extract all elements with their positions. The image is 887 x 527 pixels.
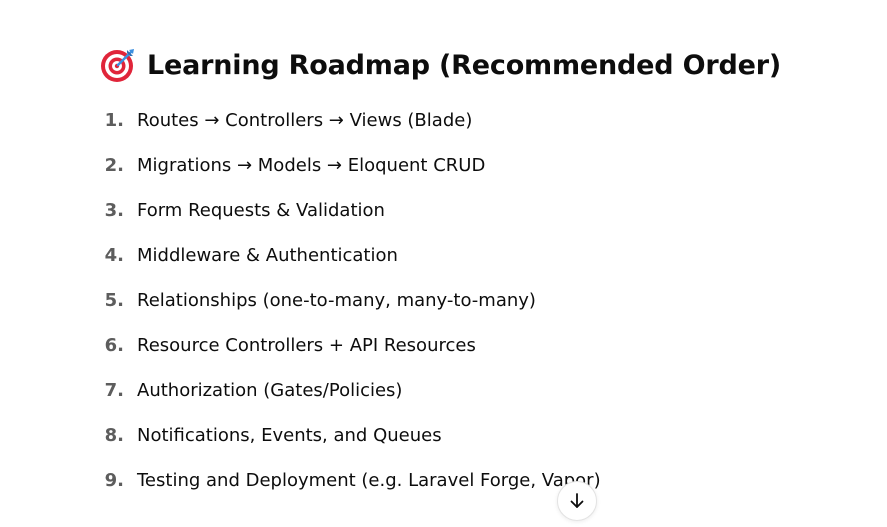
- roadmap-item-number: 1.: [104, 110, 124, 131]
- roadmap-item-number: 7.: [104, 380, 124, 401]
- roadmap-item: 8. Notifications, Events, and Queues: [0, 414, 800, 459]
- roadmap-item-number: 3.: [104, 200, 124, 221]
- roadmap-item-number: 4.: [104, 245, 124, 266]
- roadmap-item-number: 9.: [104, 470, 124, 491]
- roadmap-item-number: 8.: [104, 425, 124, 446]
- roadmap-item: 4. Middleware & Authentication: [0, 234, 800, 279]
- roadmap-item: 9. Testing and Deployment (e.g. Laravel F…: [0, 459, 800, 504]
- roadmap-item-number: 2.: [104, 155, 124, 176]
- roadmap-item: 7. Authorization (Gates/Policies): [0, 369, 800, 414]
- roadmap-item-text: Relationships (one-to-many, many-to-many…: [137, 290, 536, 311]
- roadmap-item-text: Resource Controllers + API Resources: [137, 335, 476, 356]
- arrow-down-icon: [570, 493, 584, 508]
- roadmap-list: 1. Routes → Controllers → Views (Blade) 2.…: [0, 99, 800, 504]
- roadmap-item: 5. Relationships (one-to-many, many-to-ma…: [0, 279, 800, 324]
- scroll-to-bottom-button[interactable]: [557, 481, 597, 521]
- page-title: Learning Roadmap (Recommended Order): [147, 49, 781, 81]
- chat-response-page: Learning Roadmap (Recommended Order) 1. R…: [0, 0, 887, 527]
- roadmap-heading: Learning Roadmap (Recommended Order): [100, 43, 781, 87]
- roadmap-item: 6. Resource Controllers + API Resources: [0, 324, 800, 369]
- roadmap-item: 1. Routes → Controllers → Views (Blade): [0, 99, 800, 144]
- roadmap-item-text: Testing and Deployment (e.g. Laravel For…: [137, 470, 601, 491]
- roadmap-item-text: Notifications, Events, and Queues: [137, 425, 442, 446]
- roadmap-item-number: 5.: [104, 290, 124, 311]
- roadmap-item: 2. Migrations → Models → Eloquent CRUD: [0, 144, 800, 189]
- roadmap-item-text: Migrations → Models → Eloquent CRUD: [137, 155, 486, 176]
- roadmap-item: 3. Form Requests & Validation: [0, 189, 800, 234]
- direct-hit-target-icon: [101, 49, 134, 82]
- roadmap-item-number: 6.: [104, 335, 124, 356]
- roadmap-item-text: Authorization (Gates/Policies): [137, 380, 403, 401]
- roadmap-item-text: Routes → Controllers → Views (Blade): [137, 110, 473, 131]
- roadmap-item-text: Form Requests & Validation: [137, 200, 385, 221]
- roadmap-item-text: Middleware & Authentication: [137, 245, 398, 266]
